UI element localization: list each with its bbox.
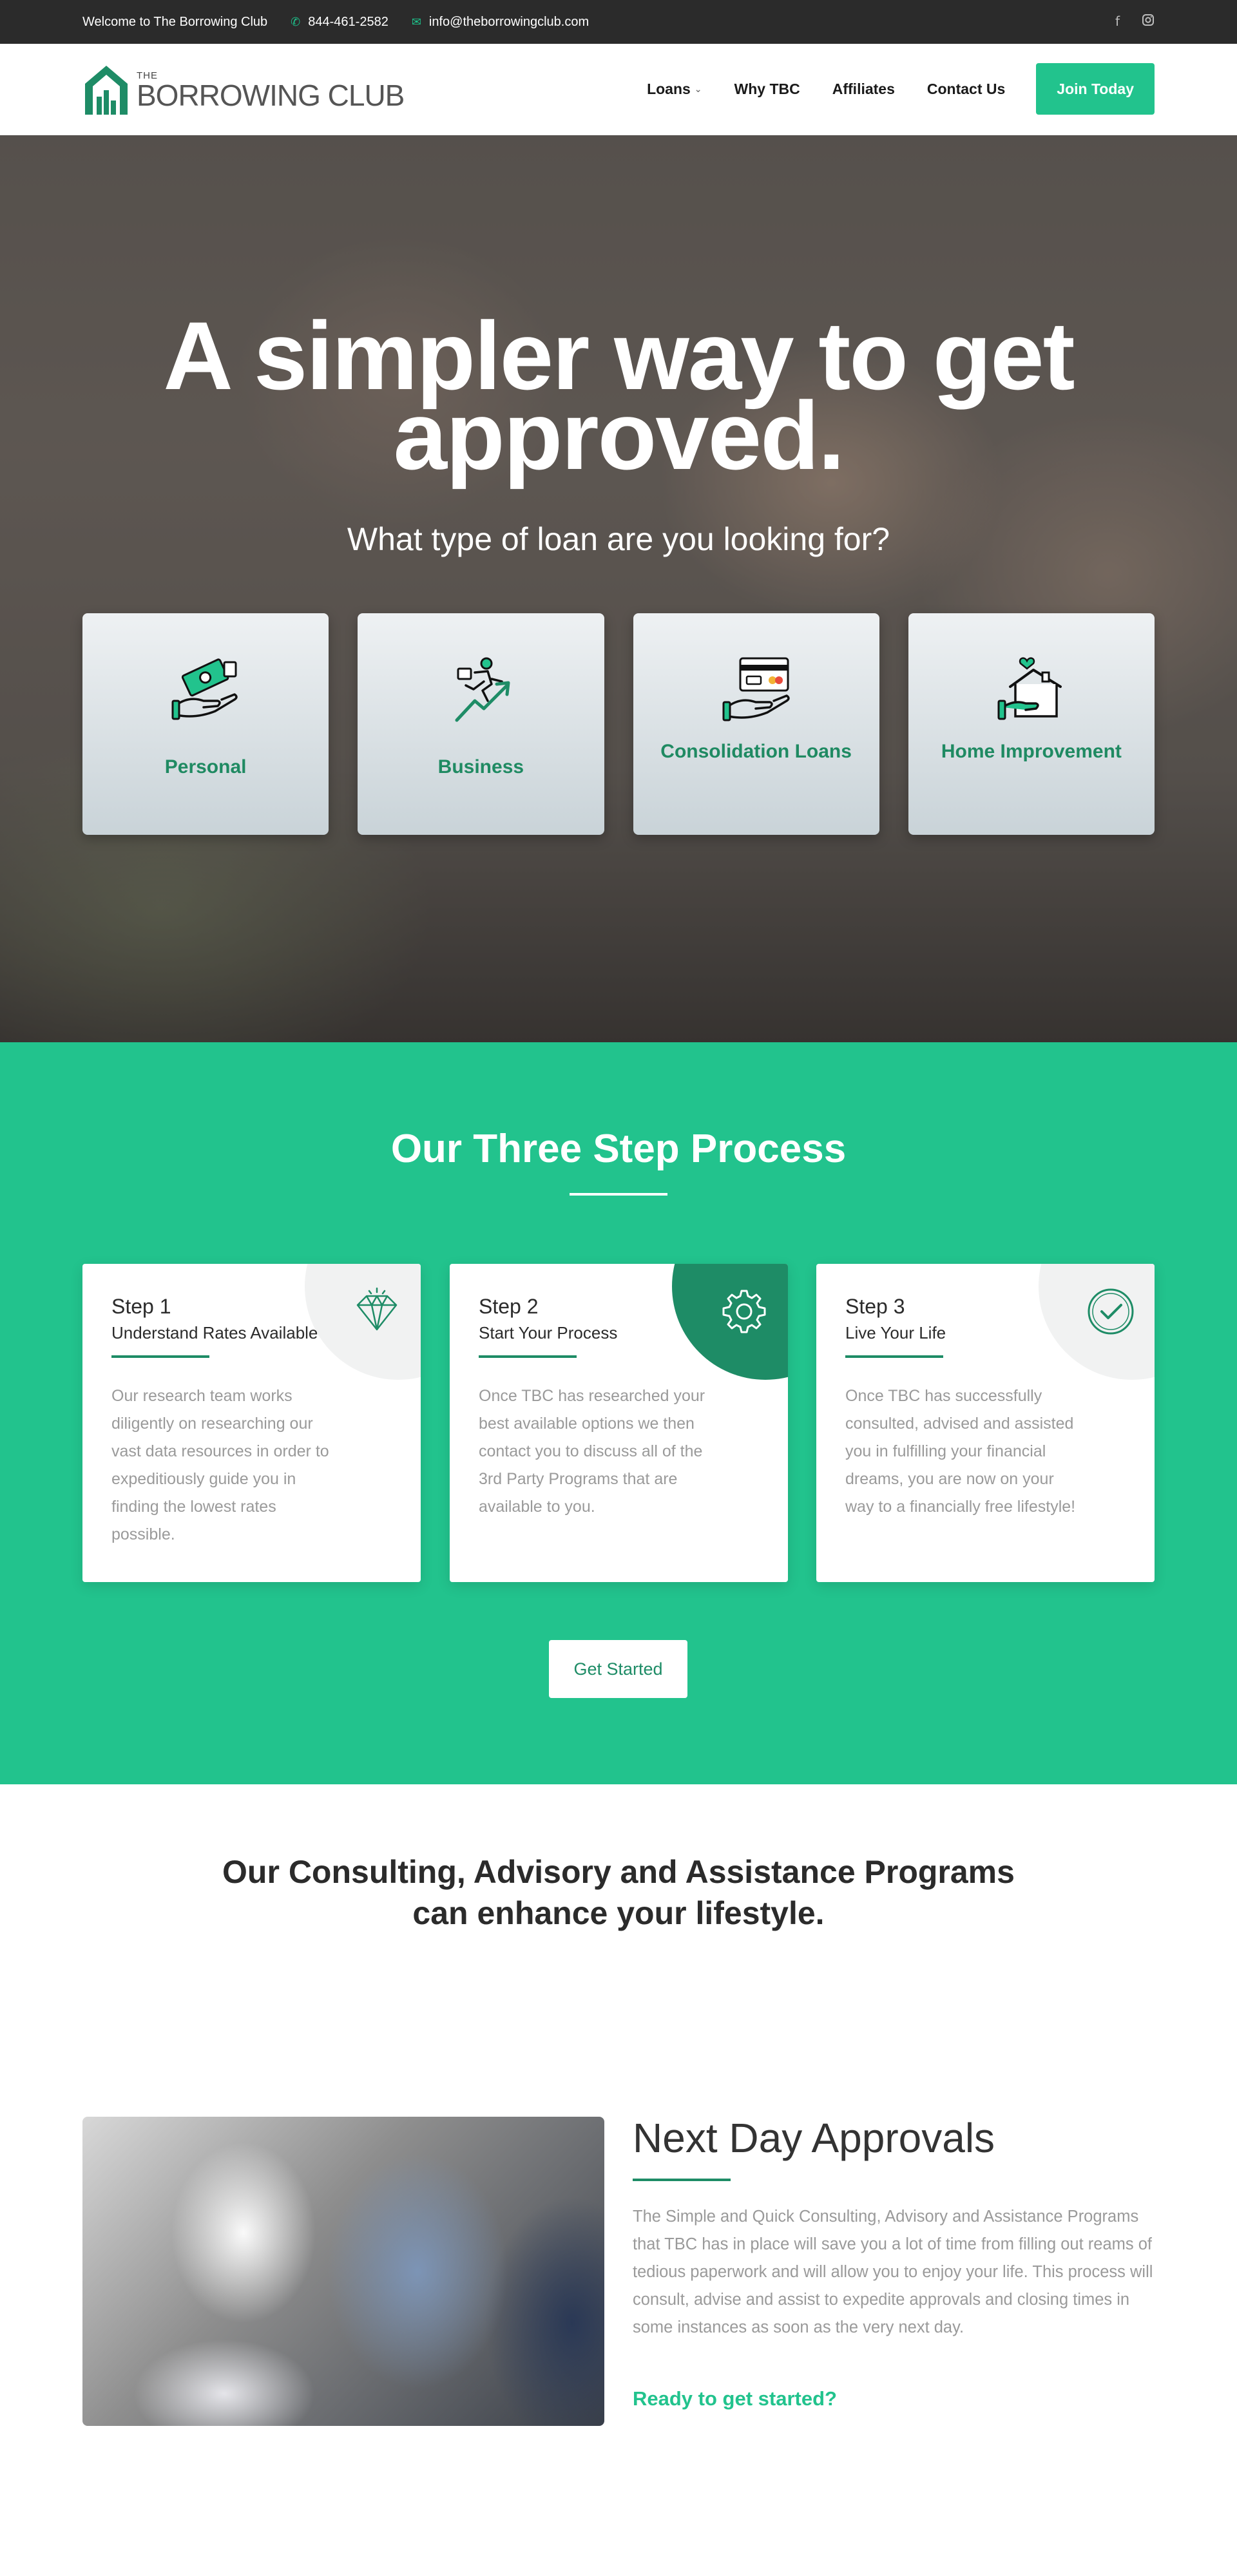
logo[interactable]: THE BORROWING CLUB xyxy=(82,63,405,117)
approvals-description: The Simple and Quick Consulting, Advisor… xyxy=(633,2208,1153,2336)
step-number: Step 1 xyxy=(111,1295,171,1318)
social-links: f xyxy=(1115,14,1155,30)
loan-card-personal[interactable]: Personal xyxy=(82,613,329,835)
card-hand-icon xyxy=(721,653,793,725)
loan-card-label: Home Improvement xyxy=(941,741,1122,762)
email-link[interactable]: ✉ info@theborrowingclub.com xyxy=(412,15,589,30)
hero-section: A simpler way to get approved. What type… xyxy=(0,135,1237,1042)
consulting-meeting-photo xyxy=(82,2117,604,2426)
nav-loans[interactable]: Loans ⌄ xyxy=(647,81,702,98)
approvals-underline xyxy=(633,2179,731,2181)
nav-contact-us[interactable]: Contact Us xyxy=(927,81,1005,98)
logo-text: THE BORROWING CLUB xyxy=(137,71,405,112)
check-circle-icon xyxy=(1086,1287,1135,1336)
programs-heading: Our Consulting, Advisory and Assistance … xyxy=(0,1851,1237,1934)
ready-to-get-started-link[interactable]: Ready to get started? xyxy=(633,2387,837,2410)
step-underline xyxy=(479,1355,577,1358)
three-step-process-section: Our Three Step Process Step 1 Understand… xyxy=(0,1042,1237,1784)
facebook-icon[interactable]: f xyxy=(1115,14,1120,30)
programs-line-1: Our Consulting, Advisory and Assistance … xyxy=(222,1854,1015,1890)
phone-number[interactable]: 844-461-2582 xyxy=(308,15,388,30)
step-underline xyxy=(111,1355,209,1358)
hero-title: A simpler way to get approved. xyxy=(163,301,1075,490)
welcome-text: Welcome to The Borrowing Club xyxy=(82,15,267,30)
gear-icon xyxy=(720,1287,769,1336)
phone-icon: ✆ xyxy=(291,15,301,28)
email-address[interactable]: info@theborrowingclub.com xyxy=(429,15,589,30)
nav-why-tbc[interactable]: Why TBC xyxy=(734,81,800,98)
loan-card-consolidation[interactable]: Consolidation Loans xyxy=(633,613,879,835)
email-icon: ✉ xyxy=(411,15,421,28)
step-description: Once TBC has researched your best availa… xyxy=(479,1387,705,1516)
step-description: Once TBC has successfully consulted, adv… xyxy=(845,1387,1076,1516)
instagram-icon[interactable] xyxy=(1142,14,1155,30)
step-number: Step 3 xyxy=(845,1295,905,1318)
step-title: Live Your Life xyxy=(845,1323,946,1342)
programs-line-2: can enhance your lifestyle. xyxy=(412,1895,825,1931)
loan-type-cards: Personal Business Consolidation Loans Ho… xyxy=(82,613,1155,835)
nav-loans-label[interactable]: Loans xyxy=(647,81,691,98)
join-today-button[interactable]: Join Today xyxy=(1036,63,1155,115)
loan-card-label: Personal xyxy=(164,756,247,778)
step-number: Step 2 xyxy=(479,1295,539,1318)
site-header: THE BORROWING CLUB Loans ⌄ Why TBC Affili… xyxy=(0,44,1237,135)
welcome-label: Welcome to The Borrowing Club xyxy=(82,14,268,29)
diamond-icon xyxy=(352,1287,401,1336)
approvals-title: Next Day Approvals xyxy=(633,2115,995,2161)
loan-card-home-improvement[interactable]: Home Improvement xyxy=(908,613,1155,835)
step-card-2: Step 2 Start Your Process Once TBC has r… xyxy=(450,1264,788,1582)
logo-name: BORROWING CLUB xyxy=(137,78,405,112)
heading-underline xyxy=(570,1193,667,1196)
house-hand-icon xyxy=(996,653,1068,725)
hero-subtitle: What type of loan are you looking for? xyxy=(347,521,890,557)
chevron-down-icon: ⌄ xyxy=(694,83,702,94)
logo-house-icon xyxy=(82,63,130,117)
step-title: Understand Rates Available xyxy=(111,1323,318,1342)
step-card-1: Step 1 Understand Rates Available Our re… xyxy=(82,1264,421,1582)
growth-runner-icon xyxy=(445,653,517,725)
money-hand-icon xyxy=(170,653,242,725)
steps-heading: Our Three Step Process xyxy=(390,1127,847,1171)
top-bar: Welcome to The Borrowing Club ✆ 844-461-2… xyxy=(0,0,1237,44)
step-card-3: Step 3 Live Your Life Once TBC has succe… xyxy=(816,1264,1155,1582)
get-started-button[interactable]: Get Started xyxy=(549,1640,687,1698)
step-underline xyxy=(845,1355,943,1358)
loan-card-business[interactable]: Business xyxy=(358,613,604,835)
main-nav: Loans ⌄ Why TBC Affiliates Contact Us Joi… xyxy=(615,63,1155,115)
loan-card-label: Business xyxy=(437,756,524,778)
phone-link[interactable]: ✆ 844-461-2582 xyxy=(291,15,388,30)
loan-card-label: Consolidation Loans xyxy=(660,741,852,762)
step-title: Start Your Process xyxy=(479,1323,618,1342)
hero-background-image xyxy=(0,135,1237,1042)
nav-affiliates[interactable]: Affiliates xyxy=(832,81,895,98)
step-description: Our research team works diligently on re… xyxy=(111,1387,329,1543)
